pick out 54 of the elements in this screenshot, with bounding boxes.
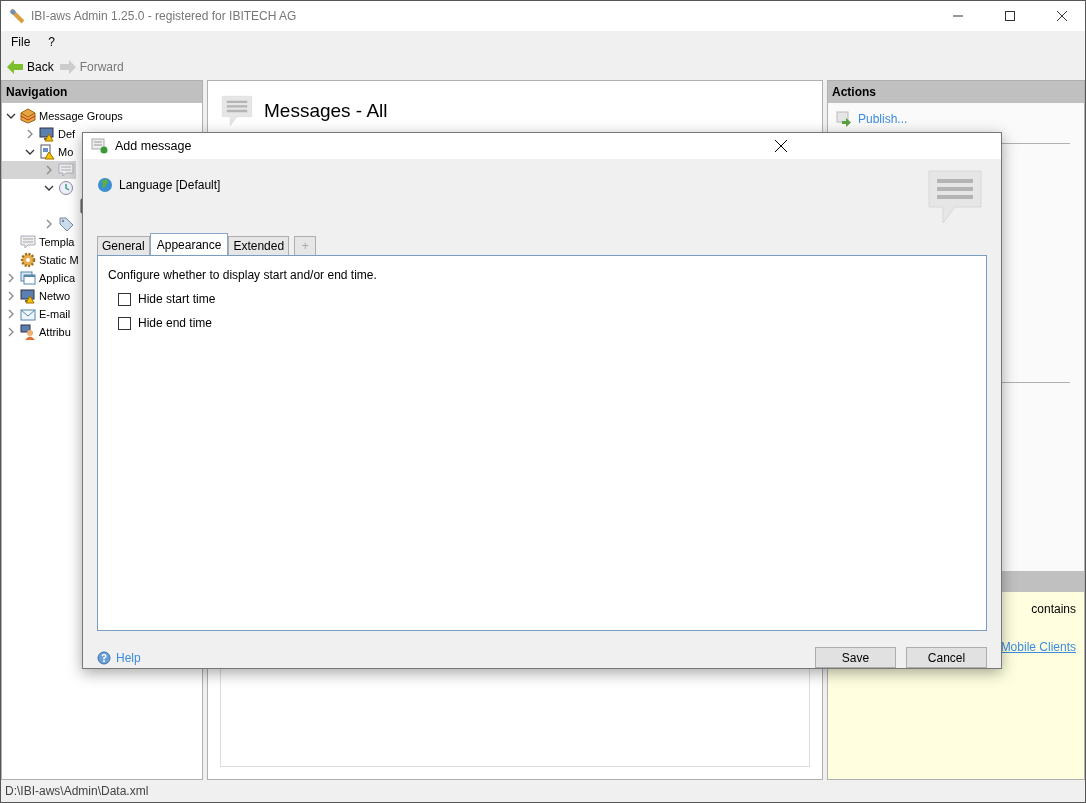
checkbox[interactable]: [118, 292, 131, 306]
tree-item[interactable]: Templa: [2, 233, 77, 251]
tree-item[interactable]: Def: [2, 125, 78, 143]
maximize-icon[interactable]: [1005, 11, 1015, 21]
language-label: Language [Default]: [119, 178, 221, 192]
person-icon: [20, 324, 36, 340]
tree-item[interactable]: Static M: [2, 251, 81, 269]
back-button[interactable]: Back: [7, 59, 54, 74]
menu-item[interactable]: File: [11, 35, 31, 49]
tab[interactable]: Extended: [228, 236, 290, 255]
mail-icon: [20, 306, 36, 322]
checkbox[interactable]: [118, 316, 131, 330]
monitor-icon: [39, 126, 55, 142]
monitor-icon: [20, 288, 36, 304]
tree-item[interactable]: Applica: [2, 269, 78, 287]
message-icon: [20, 234, 36, 250]
clock-icon: [58, 180, 74, 196]
tab[interactable]: General: [97, 236, 150, 255]
save-button[interactable]: Save: [815, 647, 896, 668]
gear-icon: [20, 252, 36, 268]
window-title: IBI-aws Admin 1.25.0 - registered for IBITECH AG: [31, 9, 298, 23]
tree-item[interactable]: Netwo: [2, 287, 73, 305]
help-icon: [97, 650, 111, 665]
box-icon: [20, 108, 36, 124]
document-icon: [39, 144, 55, 160]
message-icon: [220, 94, 254, 128]
close-icon[interactable]: [1057, 11, 1067, 21]
panel-header: Actions: [828, 81, 1084, 103]
tag-icon: [58, 216, 74, 232]
left-arrow-icon: [7, 59, 23, 74]
info-text: contains: [1031, 602, 1076, 616]
tree-item[interactable]: Mo: [2, 143, 76, 161]
page-title: Messages - All: [264, 100, 388, 122]
menu-item[interactable]: ?: [48, 35, 56, 49]
mobile-clients-link[interactable]: Mobile Clients: [1000, 640, 1076, 654]
window-icon: [20, 270, 36, 286]
globe-icon: [97, 177, 113, 193]
tree-item[interactable]: Attribu: [2, 323, 73, 341]
file-path-text: D:\IBI-aws\Admin\Data.xml: [5, 784, 149, 798]
dialog-title: Add message: [115, 139, 193, 153]
checkbox-label: Hide end time: [138, 316, 213, 330]
description-text: Configure whether to display start and/or end time.: [108, 268, 378, 282]
checkbox-label: Hide start time: [138, 292, 216, 306]
message-add-icon: [91, 138, 109, 154]
message-icon: [58, 162, 74, 178]
close-icon[interactable]: [775, 140, 787, 152]
right-arrow-icon: [59, 59, 76, 74]
tree-item[interactable]: Message Groups: [2, 107, 125, 125]
publish-icon: [836, 111, 852, 127]
panel-header: Navigation: [2, 81, 202, 103]
tab[interactable]: Appearance: [149, 233, 229, 255]
app-icon: [9, 8, 25, 24]
tree-item[interactable]: E-mail: [2, 305, 73, 323]
cancel-button[interactable]: Cancel: [906, 647, 987, 668]
